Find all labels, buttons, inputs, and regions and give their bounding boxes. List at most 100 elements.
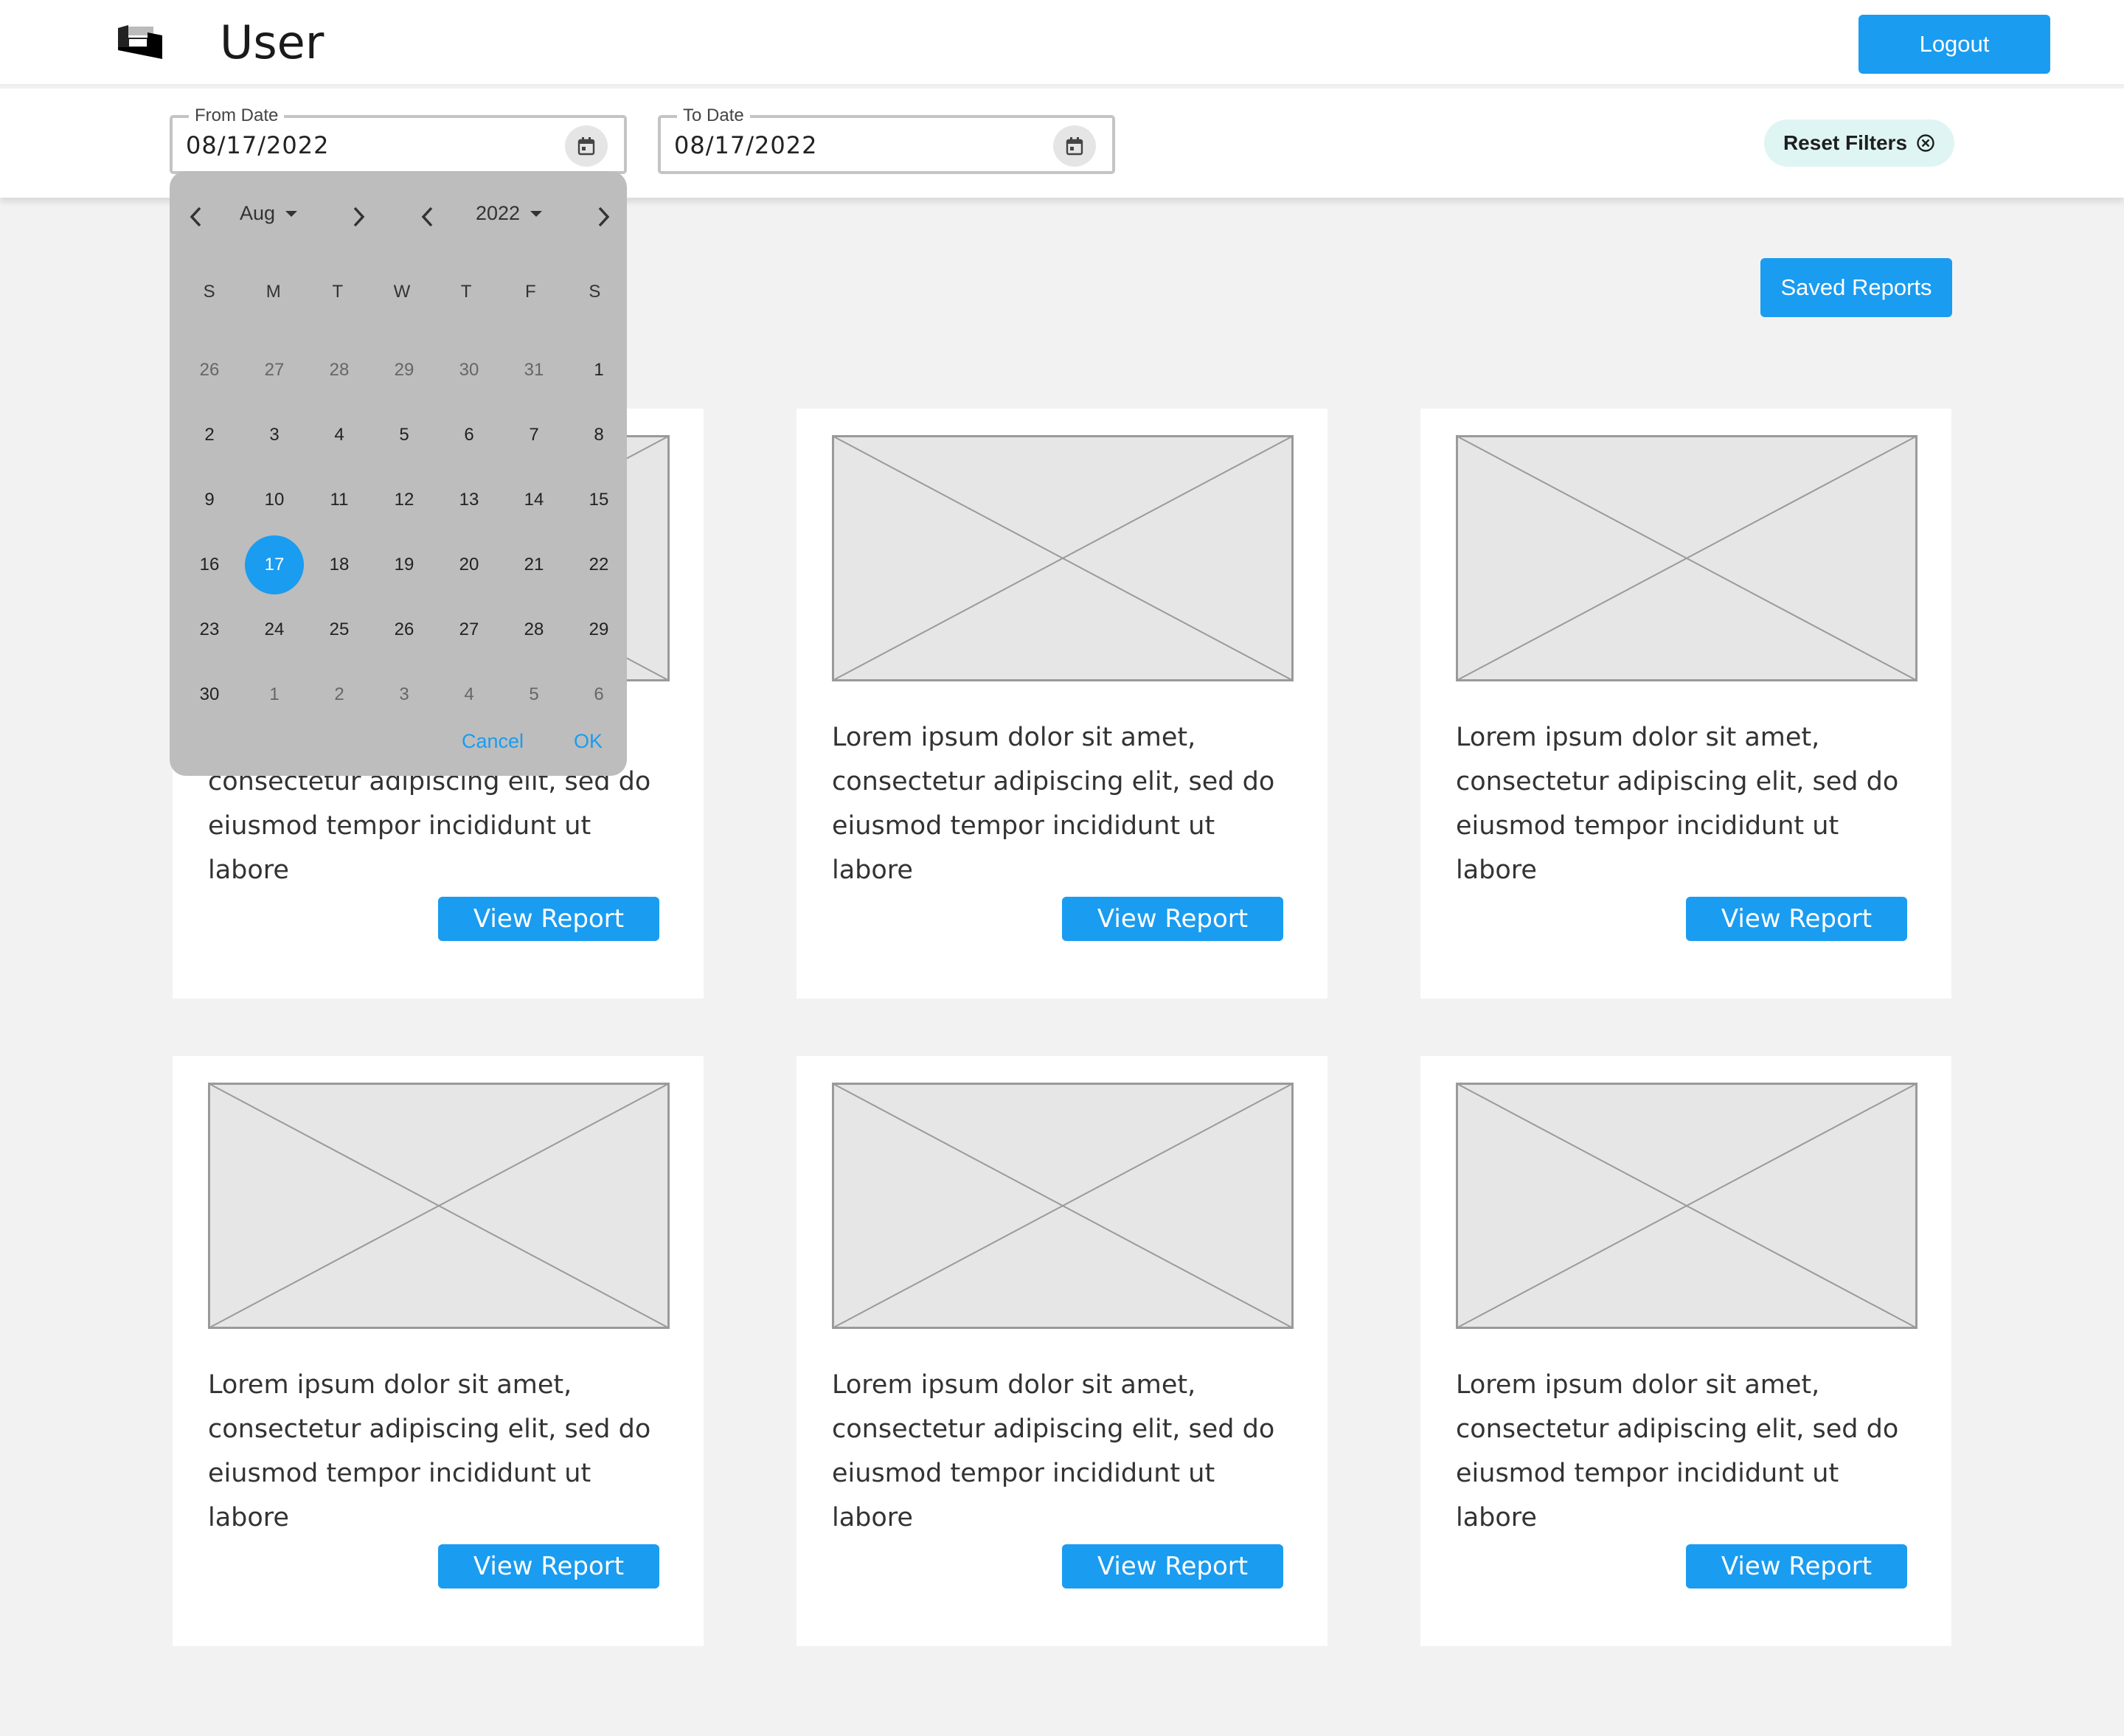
calendar-icon [1066, 137, 1083, 156]
calendar-day[interactable]: 26 [372, 597, 437, 662]
calendar-day[interactable]: 11 [307, 468, 372, 532]
calendar-day[interactable]: 12 [372, 468, 437, 532]
from-date-value[interactable]: 08/17/2022 [186, 131, 329, 159]
calendar-day-label: 10 [264, 490, 285, 510]
circle-x-icon [1917, 134, 1934, 152]
calendar-day[interactable]: 5 [502, 662, 566, 727]
calendar-day-label: 23 [199, 619, 220, 639]
report-card: Lorem ipsum dolor sit amet, consectetur … [796, 1056, 1328, 1646]
calendar-day[interactable]: 3 [372, 662, 437, 727]
prev-year-button[interactable] [412, 201, 444, 233]
weekday-label: S [589, 282, 601, 302]
year-value: 2022 [476, 202, 521, 224]
calendar-icon [577, 137, 595, 156]
calendar-day[interactable]: 7 [502, 403, 566, 468]
weekday-label: S [203, 282, 215, 302]
calendar-day[interactable]: 19 [372, 532, 437, 597]
calendar-day[interactable]: 27 [437, 597, 502, 662]
calendar-day[interactable]: 28 [502, 597, 566, 662]
to-date-calendar-button[interactable] [1053, 125, 1096, 167]
calendar-day[interactable]: 13 [437, 468, 502, 532]
calendar-day-label: 12 [394, 490, 414, 510]
calendar-day[interactable]: 29 [372, 338, 437, 403]
calendar-day[interactable]: 27 [242, 338, 307, 403]
calendar-day[interactable]: 22 [566, 532, 631, 597]
report-card: Lorem ipsum dolor sit amet, consectetur … [1420, 1056, 1951, 1646]
prev-month-button[interactable] [180, 201, 212, 233]
view-report-button[interactable]: View Report [438, 1544, 659, 1589]
calendar-day[interactable]: 2 [307, 662, 372, 727]
calendar-day-label: 26 [199, 360, 220, 380]
from-date-calendar-button[interactable] [565, 125, 608, 167]
caret-down-icon [530, 210, 543, 217]
calendar-day[interactable]: 3 [242, 403, 307, 468]
picker-ok-button[interactable]: OK [574, 730, 603, 753]
calendar-day-label: 8 [594, 425, 604, 445]
calendar-day[interactable]: 31 [502, 338, 566, 403]
calendar-day-selected[interactable]: 17 [242, 532, 307, 597]
page-title: User [220, 15, 324, 69]
view-report-button[interactable]: View Report [1686, 1544, 1907, 1589]
calendar-day[interactable]: 18 [307, 532, 372, 597]
saved-reports-button[interactable]: Saved Reports [1760, 258, 1952, 317]
calendar-day-label: 19 [394, 555, 414, 574]
logout-button[interactable]: Logout [1858, 15, 2050, 74]
calendar-day[interactable]: 10 [242, 468, 307, 532]
view-report-button[interactable]: View Report [1062, 897, 1283, 941]
year-select[interactable]: 2022 [476, 202, 543, 225]
calendar-day-label: 14 [524, 490, 544, 510]
calendar-day[interactable]: 20 [437, 532, 502, 597]
weekday-label: T [332, 282, 344, 302]
calendar-day[interactable]: 30 [437, 338, 502, 403]
calendar-day-label: 2 [204, 425, 215, 445]
month-value: Aug [240, 202, 276, 224]
view-report-button[interactable]: View Report [438, 897, 659, 941]
calendar-day[interactable]: 24 [242, 597, 307, 662]
calendar-day[interactable]: 9 [177, 468, 242, 532]
calendar-day[interactable]: 14 [502, 468, 566, 532]
picker-cancel-button[interactable]: Cancel [462, 730, 524, 753]
calendar-day[interactable]: 25 [307, 597, 372, 662]
calendar-day-label: 28 [329, 360, 350, 380]
weekday-label: F [524, 282, 536, 302]
image-placeholder [832, 435, 1294, 681]
from-date-field[interactable]: From Date 08/17/2022 [170, 105, 627, 174]
calendar-day[interactable]: 4 [307, 403, 372, 468]
calendar-day[interactable]: 4 [437, 662, 502, 727]
calendar-day[interactable]: 6 [437, 403, 502, 468]
report-description: Lorem ipsum dolor sit amet, consectetur … [208, 1370, 651, 1532]
app-logo-icon [118, 25, 162, 59]
calendar-day[interactable]: 2 [177, 403, 242, 468]
to-date-value[interactable]: 08/17/2022 [674, 131, 817, 159]
calendar-day[interactable]: 15 [566, 468, 631, 532]
image-placeholder [1456, 435, 1918, 681]
calendar-day[interactable]: 1 [242, 662, 307, 727]
calendar-day[interactable]: 16 [177, 532, 242, 597]
calendar-day[interactable]: 26 [177, 338, 242, 403]
calendar-day-label: 11 [330, 490, 349, 510]
calendar-day-label: 20 [459, 555, 479, 574]
calendar-day-label: 3 [399, 684, 409, 704]
calendar-day[interactable]: 1 [566, 338, 631, 403]
calendar-day[interactable]: 5 [372, 403, 437, 468]
month-select[interactable]: Aug [240, 202, 298, 225]
to-date-field[interactable]: To Date 08/17/2022 [658, 105, 1115, 174]
view-report-button[interactable]: View Report [1062, 1544, 1283, 1589]
chevron-right-icon [598, 206, 610, 227]
calendar-day[interactable]: 6 [566, 662, 631, 727]
calendar-day[interactable]: 21 [502, 532, 566, 597]
calendar-day-label: 24 [264, 619, 285, 639]
reset-filters-button[interactable]: Reset Filters [1764, 119, 1954, 167]
calendar-day[interactable]: 8 [566, 403, 631, 468]
calendar-day-label: 31 [524, 360, 544, 380]
view-report-button[interactable]: View Report [1686, 897, 1907, 941]
to-date-label: To Date [677, 105, 750, 127]
next-year-button[interactable] [587, 201, 620, 233]
weekday-header: SMTWTFS [170, 282, 627, 302]
calendar-day[interactable]: 23 [177, 597, 242, 662]
calendar-day[interactable]: 28 [307, 338, 372, 403]
calendar-day[interactable]: 29 [566, 597, 631, 662]
calendar-day-label: 21 [524, 555, 544, 574]
calendar-day[interactable]: 30 [177, 662, 242, 727]
next-month-button[interactable] [342, 201, 375, 233]
